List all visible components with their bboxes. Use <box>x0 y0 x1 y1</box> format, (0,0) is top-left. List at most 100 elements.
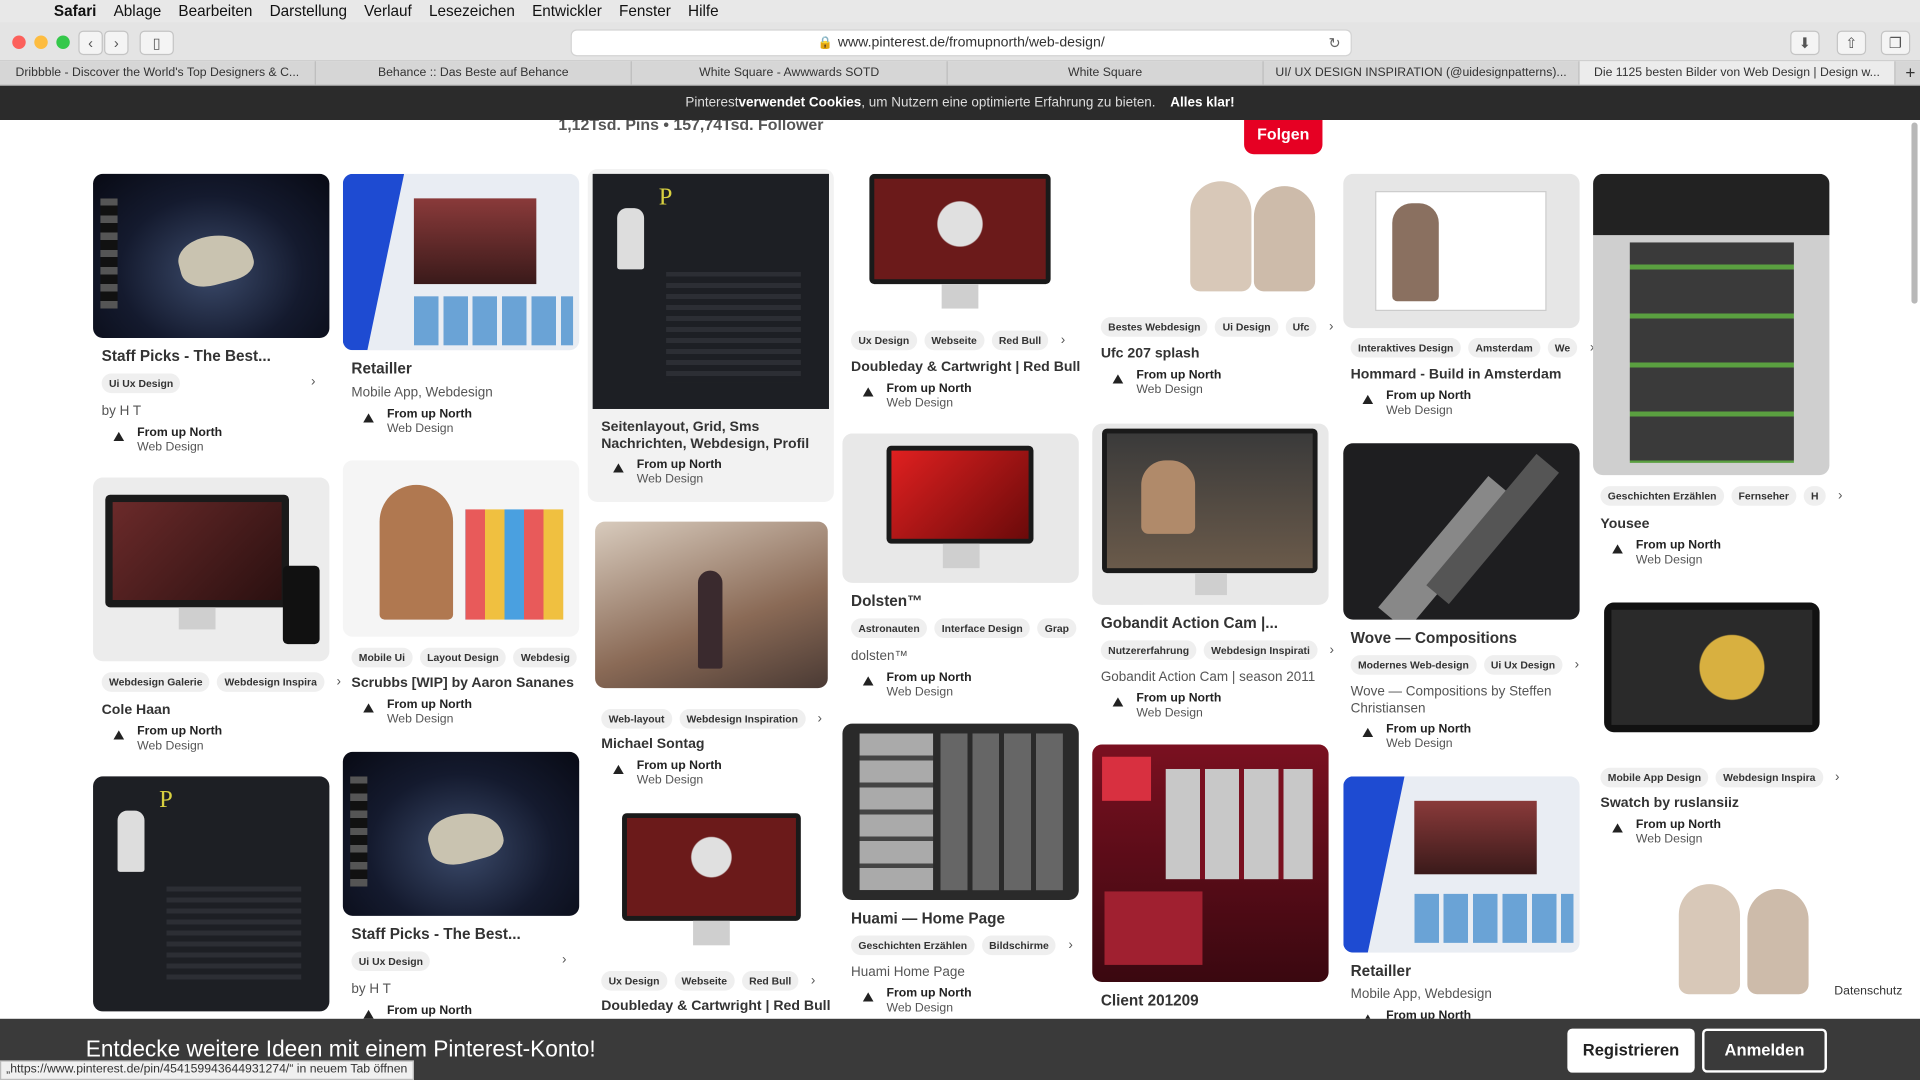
pin-image-gobandit[interactable] <box>1092 423 1329 605</box>
pin-tag[interactable]: Grap <box>1037 618 1077 638</box>
tab-white-square[interactable]: White Square <box>948 61 1264 85</box>
pin-tag[interactable]: Ui Ux Design <box>351 951 431 972</box>
pin-image-dolsten[interactable] <box>842 433 1079 583</box>
pin-title[interactable]: Staff Picks - The Best... <box>102 348 271 365</box>
pin-image-hommard[interactable] <box>1343 173 1580 329</box>
pin-attribution[interactable]: ⛰ From up North Web Design <box>110 426 222 455</box>
pin-tag[interactable]: Ux Design <box>851 330 917 351</box>
pin-title[interactable]: Retailler <box>1351 962 1411 979</box>
pin-tag[interactable]: Geschichten Erzählen <box>1600 486 1724 506</box>
pin-attribution[interactable]: ⛰ From up North Web Design <box>860 671 972 700</box>
pin-tag[interactable]: Webdesign Inspira <box>1715 767 1823 788</box>
pin-attribution[interactable]: ⛰ From up North Web Design <box>1609 539 1721 568</box>
pin-tag[interactable]: Web-layout <box>601 708 672 729</box>
pin-attribution[interactable]: ⛰ From up North Web Design <box>1109 692 1221 721</box>
pin-title[interactable]: Wove — Compositions <box>1351 629 1517 646</box>
pin-image-cole-haan[interactable] <box>93 477 330 662</box>
tab-awwwards[interactable]: White Square - Awwwards SOTD <box>632 61 948 85</box>
pin-tag[interactable]: Webseite <box>674 971 735 991</box>
pin-tag[interactable]: Mobile App Design <box>1600 767 1709 788</box>
pin-image-retailler[interactable] <box>1343 776 1580 953</box>
pin-tag[interactable]: Layout Design <box>419 647 507 668</box>
pin-tag[interactable]: Mobile Ui <box>351 647 413 668</box>
pin-image-wove[interactable] <box>1343 443 1580 620</box>
pin-tag[interactable]: Geschichten Erzählen <box>851 935 975 956</box>
pin-title[interactable]: Staff Picks - The Best... <box>351 926 520 943</box>
pin-attribution[interactable]: ⛰ From up North Web Design <box>360 698 472 727</box>
address-bar[interactable]: 🔒 www.pinterest.de/fromupnorth/web-desig… <box>570 29 1352 57</box>
tab-overview-button[interactable]: ❐ <box>1880 30 1911 56</box>
chevron-right-icon[interactable]: › <box>1329 643 1333 658</box>
pin-image-ufc[interactable] <box>1593 874 1830 1019</box>
pin-tag[interactable]: Webdesign Galerie <box>101 672 210 692</box>
tab-uidesignpatterns[interactable]: UI/ UX DESIGN INSPIRATION (@uidesignpatt… <box>1264 61 1580 85</box>
menu-app-name[interactable]: Safari <box>54 2 97 19</box>
chevron-right-icon[interactable]: › <box>1329 320 1333 335</box>
pin-tag[interactable]: Red Bull <box>741 971 799 991</box>
pin-tag[interactable]: Ufc <box>1285 317 1317 337</box>
chevron-right-icon[interactable]: › <box>311 375 315 390</box>
pin-attribution[interactable]: ⛰ From up North Web Design <box>610 759 722 788</box>
menu-entwickler[interactable]: Entwickler <box>532 0 602 22</box>
pin-title[interactable]: Scrubbs [WIP] by Aaron Sananes <box>351 676 573 691</box>
pin-image-ufc[interactable] <box>1092 173 1329 312</box>
pin-tag[interactable]: Webdesig <box>513 647 578 668</box>
pin-attribution[interactable]: ⛰ From up North Web Design <box>610 458 722 487</box>
reload-icon[interactable]: ↻ <box>1329 34 1341 51</box>
pin-tag[interactable]: Ui Ux Design <box>101 373 181 394</box>
pin-tag[interactable]: Fernseher <box>1731 486 1797 506</box>
chevron-right-icon[interactable]: › <box>1835 770 1839 785</box>
page-scrollbar[interactable] <box>1911 122 1918 304</box>
pin-attribution[interactable]: ⛰ From up North Web Design <box>360 408 472 437</box>
chevron-right-icon[interactable]: › <box>818 711 822 726</box>
menu-hilfe[interactable]: Hilfe <box>688 0 719 22</box>
tab-behance[interactable]: Behance :: Das Beste auf Behance <box>316 61 632 85</box>
menu-fenster[interactable]: Fenster <box>619 0 671 22</box>
pin-tag[interactable]: Webdesign Inspiration <box>679 708 806 729</box>
pin-tag[interactable]: Bestes Webdesign <box>1100 317 1208 337</box>
new-tab-button[interactable]: + <box>1896 61 1920 84</box>
pin-title[interactable]: Doubleday & Cartwright | Red Bull <box>851 360 1080 375</box>
pin-attribution[interactable]: ⛰ From up North Web Design <box>1609 818 1721 847</box>
pin-attribution[interactable]: ⛰ From up North Web Design <box>1359 722 1471 751</box>
pin-attribution[interactable]: ⛰ From up North Web Design <box>1109 369 1221 398</box>
pin-image-staff-picks[interactable] <box>93 173 330 338</box>
zoom-window-button[interactable] <box>56 35 70 49</box>
pin-title[interactable]: Hommard - Build in Amsterdam <box>1351 367 1562 382</box>
back-button[interactable]: ‹ <box>78 30 103 56</box>
close-window-button[interactable] <box>12 35 26 49</box>
pin-title[interactable]: Ufc 207 splash <box>1101 347 1200 362</box>
pin-title[interactable]: Dolsten™ <box>851 593 922 610</box>
pin-image-staff-picks[interactable] <box>342 751 580 916</box>
chevron-right-icon[interactable]: › <box>336 675 340 690</box>
pin-title[interactable]: Seitenlayout, Grid, Sms Nachrichten, Web… <box>601 419 821 453</box>
menu-bearbeiten[interactable]: Bearbeiten <box>178 0 252 22</box>
pin-tag[interactable]: Red Bull <box>991 330 1049 351</box>
pin-title[interactable]: Swatch by ruslansiiz <box>1600 796 1739 811</box>
pin-tag[interactable]: Webdesign Inspirati <box>1203 640 1318 661</box>
pin-attribution[interactable]: ⛰ From up North Web Design <box>860 987 972 1016</box>
pin-tag[interactable]: Webdesign Inspira <box>217 672 325 692</box>
pin-tag[interactable]: Interaktives Design <box>1350 337 1461 358</box>
pin-image-swatch[interactable] <box>1604 602 1820 733</box>
login-button[interactable]: Anmelden <box>1702 1028 1827 1073</box>
minimize-window-button[interactable] <box>34 35 48 49</box>
pin-attribution[interactable]: ⛰ From up North <box>360 1004 472 1019</box>
cookie-accept-button[interactable]: Alles klar! <box>1170 96 1234 111</box>
pin-title[interactable]: Cole Haan <box>102 703 171 718</box>
pin-tag[interactable]: Amsterdam <box>1468 337 1541 358</box>
pin-title[interactable]: Client 201209 <box>1101 992 1199 1009</box>
chevron-right-icon[interactable]: › <box>1061 333 1065 348</box>
pin-tag[interactable]: Ux Design <box>601 971 667 991</box>
pin-image-scrubbs[interactable] <box>342 460 580 637</box>
pin-tag[interactable]: Interface Design <box>934 618 1031 638</box>
pin-image-client-201209[interactable] <box>1092 744 1329 983</box>
pin-title[interactable]: Yousee <box>1600 517 1649 532</box>
tab-pinterest[interactable]: Die 1125 besten Bilder von Web Design | … <box>1579 61 1896 85</box>
pin-image-yousee[interactable] <box>1593 173 1830 476</box>
pin-tag[interactable]: Nutzererfahrung <box>1100 640 1197 661</box>
menu-ablage[interactable]: Ablage <box>114 0 162 22</box>
pin-attribution[interactable]: ⛰ From up North Web Design <box>110 725 222 754</box>
pin-attribution[interactable]: ⛰ From up North <box>1359 1009 1471 1019</box>
pin-tag[interactable]: Ui Ux Design <box>1483 655 1563 675</box>
